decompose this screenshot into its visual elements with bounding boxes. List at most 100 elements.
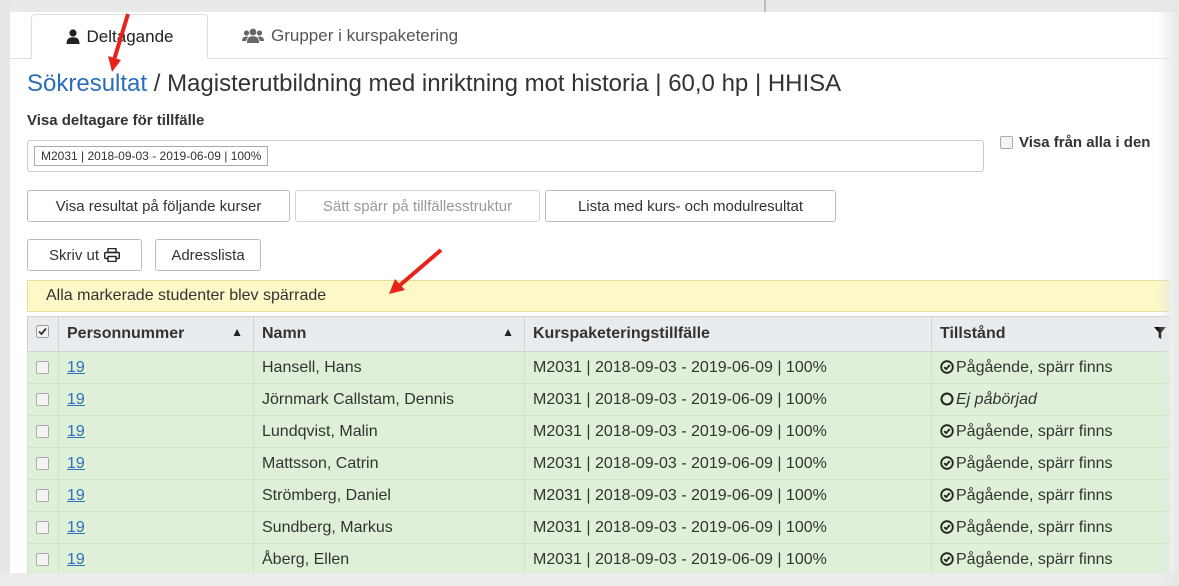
cell-personnummer: 19 [58,383,254,416]
select-all-cell [27,316,59,352]
row-checkbox-cell [27,479,59,512]
row-checkbox-cell [27,511,59,544]
header-kurspaket[interactable]: Kurspaketeringstillfälle [524,316,932,352]
cell-namn: Hansell, Hans [253,351,525,384]
row-checkbox-cell [27,351,59,384]
show-all-checkbox[interactable] [1000,136,1013,149]
cell-namn: Sundberg, Markus [253,511,525,544]
table-row[interactable]: 19 Jörnmark Callstam, Dennis M2031 | 2018-… [27,383,1170,416]
check-circle-icon [940,551,954,566]
header-tillstand[interactable]: Tillstånd [931,316,1170,352]
cell-personnummer: 19 [58,543,254,573]
status-text: Pågående, spärr finns [956,518,1113,536]
tab-bar: Deltagande Grupper i kurspaketering [10,12,1170,59]
row-checkbox-cell [27,447,59,480]
header-personnummer[interactable]: Personnummer ▲ [58,316,254,352]
user-icon [66,29,80,44]
table-row[interactable]: 19 Lundqvist, Malin M2031 | 2018-09-03 - 2… [27,415,1170,448]
table-row[interactable]: 19 Sundberg, Markus M2031 | 2018-09-03 - 2… [27,511,1170,544]
row-checkbox[interactable] [36,393,49,406]
window-bottom-border [0,573,1179,586]
empty-circle-icon [940,392,954,405]
status-text: Pågående, spärr finns [956,454,1113,472]
satt-sparr-button[interactable]: Sätt spärr på tillfällesstruktur [295,190,540,222]
personnummer-link[interactable]: 19 [67,519,85,536]
personnummer-link[interactable]: 19 [67,487,85,504]
cell-tillfalle: M2031 | 2018-09-03 - 2019-06-09 | 100% [524,415,932,448]
window-divider [764,0,766,12]
cell-personnummer: 19 [58,479,254,512]
row-checkbox-cell [27,543,59,573]
row-checkbox-cell [27,383,59,416]
row-checkbox[interactable] [36,361,49,374]
cell-namn: Lundqvist, Malin [253,415,525,448]
tab-grupper[interactable]: Grupper i kurspaketering [232,14,468,57]
annotation-arrow-1 [108,13,130,72]
cell-tillstand: Ej påbörjad [931,383,1170,416]
cell-tillfalle: M2031 | 2018-09-03 - 2019-06-09 | 100% [524,479,932,512]
table-row[interactable]: 19 Hansell, Hans M2031 | 2018-09-03 - 2019… [27,351,1170,384]
cell-tillfalle: M2031 | 2018-09-03 - 2019-06-09 | 100% [524,543,932,573]
row-checkbox[interactable] [36,489,49,502]
participants-table: Personnummer ▲ Namn ▲ Kurspaketeringstil… [27,316,1170,573]
visa-resultat-button[interactable]: Visa resultat på följande kurser [27,190,290,222]
cell-personnummer: 19 [58,351,254,384]
personnummer-link[interactable]: 19 [67,423,85,440]
adresslista-button[interactable]: Adresslista [155,239,261,271]
cell-tillstand: Pågående, spärr finns [931,415,1170,448]
table-row[interactable]: 19 Mattsson, Catrin M2031 | 2018-09-03 - 2… [27,447,1170,480]
check-circle-icon [940,455,954,470]
cell-tillfalle: M2031 | 2018-09-03 - 2019-06-09 | 100% [524,351,932,384]
status-text: Pågående, spärr finns [956,550,1113,568]
header-label: Personnummer [67,325,185,342]
page-title: Sökresultat / Magisterutbildning med inr… [27,70,841,98]
window-right-shadow [1157,0,1179,586]
row-checkbox[interactable] [36,553,49,566]
print-button[interactable]: Skriv ut [27,239,142,271]
row-checkbox[interactable] [36,521,49,534]
cell-personnummer: 19 [58,447,254,480]
selected-tillfalle-chip[interactable]: M2031 | 2018-09-03 - 2019-06-09 | 100% [34,146,269,166]
cell-tillfalle: M2031 | 2018-09-03 - 2019-06-09 | 100% [524,511,932,544]
success-alert: Alla markerade studenter blev spärrade [27,280,1170,312]
row-checkbox[interactable] [36,425,49,438]
cell-namn: Strömberg, Daniel [253,479,525,512]
check-circle-icon [940,519,954,534]
tillfalle-select[interactable]: M2031 | 2018-09-03 - 2019-06-09 | 100% [27,140,984,172]
tillfalle-label: Visa deltagare för tillfälle [27,112,205,129]
breadcrumb-sokresultat[interactable]: Sökresultat [27,70,147,97]
sort-asc-icon[interactable]: ▲ [502,325,514,339]
personnummer-link[interactable]: 19 [67,551,85,568]
cell-tillstand: Pågående, spärr finns [931,479,1170,512]
window-left-border [0,0,10,586]
row-checkbox[interactable] [36,457,49,470]
cell-tillfalle: M2031 | 2018-09-03 - 2019-06-09 | 100% [524,383,932,416]
table-row[interactable]: 19 Åberg, Ellen M2031 | 2018-09-03 - 2019-… [27,543,1170,573]
header-namn[interactable]: Namn ▲ [253,316,525,352]
check-circle-icon [940,423,954,438]
personnummer-link[interactable]: 19 [67,359,85,376]
annotation-arrow-2 [389,248,443,294]
sort-asc-icon[interactable]: ▲ [231,325,243,339]
cell-namn: Åberg, Ellen [253,543,525,573]
cell-tillfalle: M2031 | 2018-09-03 - 2019-06-09 | 100% [524,447,932,480]
cell-tillstand: Pågående, spärr finns [931,511,1170,544]
print-label: Skriv ut [48,246,99,264]
status-text: Pågående, spärr finns [956,358,1113,376]
header-label: Namn [262,325,307,342]
cell-tillstand: Pågående, spärr finns [931,351,1170,384]
table-row[interactable]: 19 Strömberg, Daniel M2031 | 2018-09-03 - … [27,479,1170,512]
status-text: Pågående, spärr finns [956,486,1113,504]
select-all-checkbox[interactable] [36,325,49,338]
cell-namn: Mattsson, Catrin [253,447,525,480]
printer-icon [104,248,120,262]
cell-personnummer: 19 [58,415,254,448]
table-header-row: Personnummer ▲ Namn ▲ Kurspaketeringstil… [27,316,1170,352]
cell-tillstand: Pågående, spärr finns [931,447,1170,480]
row-checkbox-cell [27,415,59,448]
window-top-border [0,0,1179,12]
show-all-option[interactable]: Visa från alla i den [1000,134,1150,151]
personnummer-link[interactable]: 19 [67,455,85,472]
personnummer-link[interactable]: 19 [67,391,85,408]
lista-resultat-button[interactable]: Lista med kurs- och modulresultat [545,190,836,222]
